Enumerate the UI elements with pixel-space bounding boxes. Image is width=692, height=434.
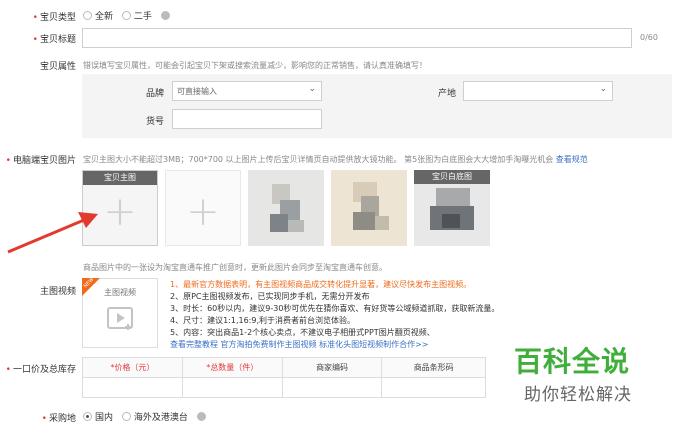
required-mark: • [5, 365, 11, 375]
video-label: 主图视频 [39, 287, 76, 297]
radio-new[interactable] [83, 11, 92, 20]
plus-icon: + [186, 188, 220, 235]
sku-label: 货号 [146, 117, 165, 127]
image-hint-text: 宝贝主图大小不能超过3MB；700*700 以上图片上传后宝贝详情页自动提供放大… [83, 155, 554, 164]
radio-new-label: 全新 [95, 12, 114, 22]
price-table: *价格（元） *总数量（件） 商家编码 商品条形码 [82, 357, 486, 398]
image-label-text: 电脑端宝贝图片 [12, 156, 76, 166]
merchant-code-header: 商家编码 [281, 357, 383, 378]
quantity-cell[interactable] [181, 377, 283, 398]
attributes-label: 宝贝属性 [39, 62, 76, 72]
video-upload-box[interactable]: NEW 主图视频 [82, 277, 158, 348]
origin-label: 产地 [438, 89, 457, 99]
white-bg-caption: 宝贝白底图 [414, 170, 490, 184]
merchant-code-cell[interactable] [281, 377, 383, 398]
video-tip-2: 2、原PC主图视频发布，已实现同步手机，无需分开发布 [170, 292, 370, 301]
watermark-title: 百科全说 [514, 345, 631, 378]
image-slot-4[interactable] [331, 170, 407, 246]
price-cell[interactable] [82, 377, 183, 398]
video-tip-5: 5、内容：突出商品1-2个核心卖点，不建议电子相册式PPT图片翻页视频、 [170, 328, 435, 337]
view-spec-link[interactable]: 查看规范 [556, 155, 588, 164]
title-label: • 宝贝标题 [4, 32, 76, 45]
watermark-subtitle: 助你轻松解决 [524, 385, 632, 405]
image-slot-2[interactable]: + [165, 170, 241, 246]
brand-placeholder: 可直接输入 [177, 87, 217, 96]
quantity-header: *总数量（件） [181, 357, 283, 378]
barcode-header: 商品条形码 [381, 357, 486, 378]
price-header: *价格（元） [82, 357, 183, 378]
attributes-hint: 错误填写宝贝属性，可能会引起宝贝下架或搜索流量减少，影响您的正常销售，请认真准确… [83, 61, 427, 70]
radio-used[interactable] [121, 11, 131, 20]
price-table-header: *价格（元） *总数量（件） 商家编码 商品条形码 [82, 357, 486, 378]
purchase-location-label: • 采购地 [4, 411, 76, 424]
radio-domestic-label: 国内 [95, 413, 114, 423]
barcode-cell[interactable] [381, 377, 486, 398]
radio-domestic[interactable] [83, 412, 92, 421]
blurred-product-image [248, 170, 324, 246]
image-note: 商品图片中的一张设为淘宝直通车推广创意时，更新此图片会同步至淘宝直通车创意。 [83, 263, 387, 272]
blurred-product-image [331, 170, 407, 246]
purchase-location-label-text: 采购地 [48, 414, 76, 424]
radio-used-label: 二手 [133, 12, 152, 22]
chevron-down-icon: ⌄ [308, 84, 316, 94]
price-label: • 一口价及总库存 [4, 362, 76, 375]
video-links[interactable]: 查看完整教程 官方淘拍免费制作主图视频 标准化头图短视频制作合作>> [170, 340, 429, 351]
merchant-code-header-text: 商家编码 [316, 363, 349, 372]
item-type-label: • 宝贝类型 [4, 10, 76, 23]
price-header-text: *价格（元） [110, 363, 155, 372]
item-type-label-text: 宝贝类型 [39, 13, 76, 23]
image-slot-3[interactable] [248, 170, 324, 246]
red-arrow-annotation [7, 212, 98, 254]
video-tip-3: 3、时长：60秒以内，建议9-30秒可优先在猜你喜欢、有好货等公域频道抓取，获取… [170, 304, 500, 313]
origin-select[interactable]: ⌄ [463, 81, 613, 101]
video-tip-1: 1、最新官方数据表明，有主图视频商品成交转化提升显著，建议尽快发布主图视频。 [170, 280, 472, 289]
radio-disabled [196, 412, 206, 421]
video-tip-4: 4、尺寸：建议1:1,16:9,利于消费者前台浏览体验。 [170, 316, 356, 325]
image-hint: 宝贝主图大小不能超过3MB；700*700 以上图片上传后宝贝详情页自动提供放大… [83, 154, 588, 165]
title-label-text: 宝贝标题 [39, 35, 76, 45]
purchase-location-options: 国内 海外及港澳台 [83, 410, 209, 423]
white-bg-image-slot[interactable]: 宝贝白底图 [414, 170, 490, 246]
chevron-down-icon: ⌄ [599, 84, 607, 94]
radio-disabled [160, 11, 170, 20]
image-label: • 电脑端宝贝图片 [4, 153, 76, 166]
item-type-options: 全新 二手 [83, 9, 173, 22]
barcode-header-text: 商品条形码 [413, 363, 454, 372]
required-mark: • [41, 414, 47, 424]
required-mark: • [32, 13, 38, 23]
radio-overseas[interactable] [121, 412, 131, 421]
video-play-icon [107, 307, 133, 330]
radio-overseas-label: 海外及港澳台 [133, 413, 188, 423]
video-box-label: 主图视频 [104, 288, 136, 297]
required-mark: • [32, 35, 38, 45]
quantity-header-text: *总数量（件） [206, 363, 259, 372]
brand-select[interactable]: 可直接输入 ⌄ [172, 81, 322, 101]
title-input[interactable] [82, 28, 632, 48]
brand-label: 品牌 [146, 89, 165, 99]
main-image-caption: 宝贝主图 [83, 171, 157, 185]
table-row [82, 377, 486, 398]
sku-input[interactable] [172, 109, 322, 129]
required-mark: • [5, 156, 11, 166]
title-counter: 0/60 [640, 33, 658, 42]
price-label-text: 一口价及总库存 [12, 365, 76, 375]
